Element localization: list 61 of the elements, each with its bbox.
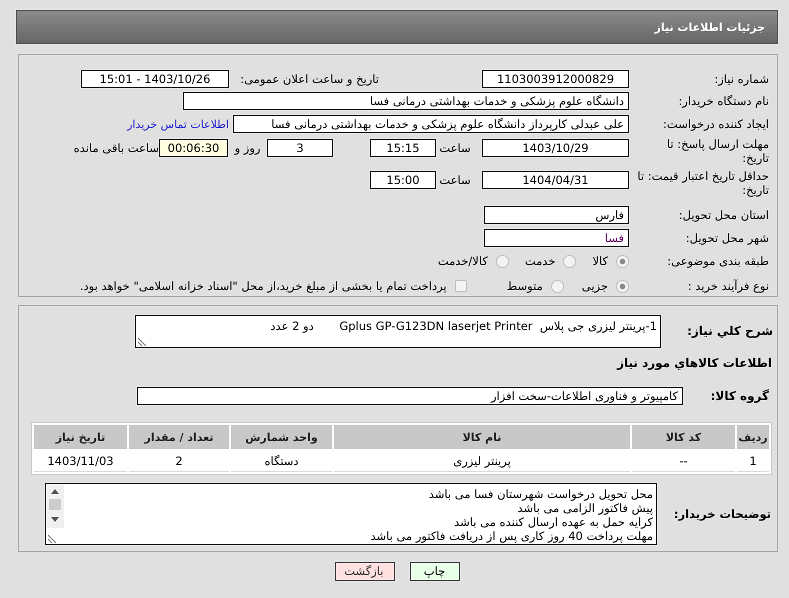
radio-button[interactable]	[550, 280, 564, 292]
summary-text: 1-پرینتر لیزری جی پلاس Gplus GP-G123DN laserjet Printer دو 2 عدد	[269, 318, 658, 335]
note-line: محل تحویل درخواست شهرستان فسا می باشد	[428, 487, 653, 501]
field-label: حداقل تاریخ اعتبار قیمت: تا تاریخ:	[636, 169, 770, 197]
column-header: واحد شمارش	[231, 425, 332, 449]
field-label: نام دستگاه خریدار:	[677, 94, 770, 108]
field-label: مهلت ارسال پاسخ: تا تاریخ:	[666, 137, 770, 165]
field-label: توضیحات خریدار:	[672, 507, 772, 521]
province-field: فارس	[484, 206, 629, 224]
field-label: شرح کلي نياز:	[686, 324, 774, 338]
note-line: پیش فاکتور الزامی می باشد	[516, 501, 653, 515]
field-label: طبقه بندی موضوعی:	[666, 254, 770, 268]
column-header: تعداد / مقدار	[129, 425, 229, 449]
radio-label: کالا/خدمت	[438, 254, 488, 268]
back-button[interactable]: بازگشت	[334, 562, 394, 581]
note-line: کرایه حمل به عهده ارسال کننده می باشد	[453, 515, 653, 529]
announce-datetime-field: 1403/10/26 - 15:01	[81, 70, 229, 88]
resize-grip-icon[interactable]	[138, 337, 147, 346]
resize-grip-icon[interactable]	[48, 534, 57, 543]
date-field: 1403/10/29	[482, 139, 629, 157]
need-number-field: 1103003912000829	[482, 70, 629, 88]
section-title: اطلاعات کالاهاي مورد نياز	[616, 355, 773, 372]
radio-label: کالا	[592, 254, 608, 268]
checkbox[interactable]	[454, 280, 467, 292]
field-label: گروه کالا:	[710, 389, 770, 403]
radio-button[interactable]	[496, 254, 509, 268]
goods-group-field: کامپیوتر و فناوری اطلاعات-سخت افزار	[137, 387, 683, 405]
radio-label: خدمت	[524, 254, 556, 268]
remaining-time-field: 00:06:30	[159, 139, 228, 157]
page-title: جزئیات اطلاعات نیاز	[654, 20, 765, 34]
print-button[interactable]: چاپ	[410, 562, 460, 581]
column-header: ردیف	[737, 425, 769, 449]
field-label: استان محل تحویل:	[678, 208, 770, 222]
note-line: مهلت پرداخت 40 روز کاری پس از دریافت فاکتور می باشد	[369, 529, 653, 543]
time-field: 15:00	[370, 171, 436, 189]
radio-label: جزیی	[582, 279, 608, 293]
time-label: ساعت	[438, 140, 472, 157]
days-label: روز و	[233, 140, 262, 157]
column-header: نام کالا	[334, 425, 630, 449]
column-header: تاریخ نیاز	[34, 425, 127, 449]
field-label: شماره نیاز:	[713, 72, 770, 86]
buyer-org-field: دانشگاه علوم پزشکی و خدمات بهداشتی درمانی فسا	[183, 92, 629, 110]
radio-button[interactable]	[563, 254, 576, 268]
radio-label: متوسط	[506, 279, 543, 293]
scrollbar[interactable]	[46, 484, 64, 528]
time-field: 15:15	[370, 139, 436, 157]
date-field: 1404/04/31	[482, 171, 629, 189]
remaining-label: ساعت باقی مانده	[74, 140, 159, 157]
time-label: ساعت	[438, 172, 472, 189]
field-label: شهر محل تحویل:	[684, 230, 770, 244]
checkbox-label: پرداخت تمام یا بخشی از مبلغ خرید،از محل "اسناد خزانه اسلامی" خواهد بود.	[80, 279, 447, 293]
contact-link[interactable]: اطلاعات تماس خریدار	[127, 118, 229, 130]
city-field: فسا	[484, 228, 629, 246]
field-label: ایجاد کننده درخواست:	[662, 117, 770, 131]
radio-button[interactable]	[616, 254, 629, 268]
column-header: کد کالا	[632, 425, 735, 449]
requester-field: علی عبدلی کارپرداز دانشگاه علوم پزشکی و خدمات بهداشتی درمانی فسا	[233, 115, 629, 133]
days-field: 3	[267, 139, 333, 157]
field-label: نوع فرآیند خرید :	[686, 279, 770, 293]
field-label: تاریخ و ساعت اعلان عمومی:	[239, 70, 379, 88]
radio-button[interactable]	[616, 280, 629, 292]
